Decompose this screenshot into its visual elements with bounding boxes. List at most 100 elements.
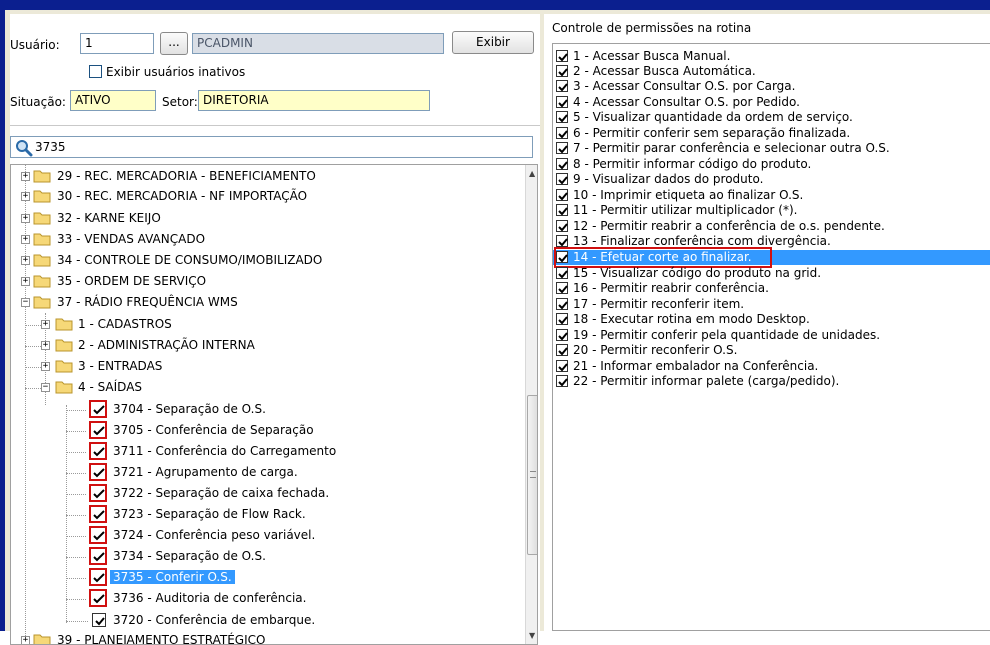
checked-checkbox-icon[interactable] (556, 204, 568, 216)
tree-node[interactable]: + 2 - ADMINISTRAÇÃO INTERNA (11, 336, 525, 356)
permission-item[interactable]: 10 - Imprimir etiqueta ao finalizar O.S. (553, 188, 990, 203)
collapse-icon[interactable]: − (21, 298, 30, 307)
tree-routine-item[interactable]: 3724 - Conferência peso variável. (11, 526, 525, 546)
user-lookup-button[interactable]: ... (160, 32, 188, 55)
checked-checkbox-icon[interactable] (89, 526, 107, 544)
checked-checkbox-icon[interactable] (89, 505, 107, 523)
tree-node[interactable]: + 34 - CONTROLE DE CONSUMO/IMOBILIZADO (11, 251, 525, 271)
expand-icon[interactable]: + (41, 320, 50, 329)
permission-item[interactable]: 18 - Executar rotina em modo Desktop. (553, 312, 990, 327)
checked-checkbox-icon[interactable] (89, 463, 107, 481)
tree-node[interactable]: + 3 - ENTRADAS (11, 357, 525, 377)
tree-routine-item[interactable]: 3734 - Separação de O.S. (11, 547, 525, 567)
permission-item[interactable]: 21 - Informar embalador na Conferência. (553, 359, 990, 374)
checked-checkbox-icon[interactable] (556, 96, 568, 108)
checked-checkbox-icon[interactable] (556, 375, 568, 387)
permission-item[interactable]: 16 - Permitir reabrir conferência. (553, 281, 990, 296)
permission-item[interactable]: 3 - Acessar Consultar O.S. por Carga. (553, 79, 990, 94)
checked-checkbox-icon[interactable] (556, 158, 568, 170)
search-box[interactable]: 3735 (10, 136, 533, 158)
checked-checkbox-icon[interactable] (556, 65, 568, 77)
permission-item[interactable]: 9 - Visualizar dados do produto. (553, 172, 990, 187)
tree-scrollbar[interactable]: ▲ ▼ (525, 165, 537, 644)
tree-node[interactable]: + 39 - PLANEJAMENTO ESTRATÉGICO (11, 631, 525, 644)
permission-item[interactable]: 2 - Acessar Busca Automática. (553, 64, 990, 79)
checked-checkbox-icon[interactable] (556, 267, 568, 279)
permission-item[interactable]: 11 - Permitir utilizar multiplicador (*)… (553, 203, 990, 218)
tree-node[interactable]: + 30 - REC. MERCADORIA - NF IMPORTAÇÃO (11, 187, 525, 207)
checked-checkbox-icon[interactable] (89, 547, 107, 565)
permission-item[interactable]: 7 - Permitir parar conferência e selecio… (553, 141, 990, 156)
tree-node[interactable]: − 37 - RÁDIO FREQUÊNCIA WMS (11, 293, 525, 313)
tree-routine-item[interactable]: 3704 - Separação de O.S. (11, 400, 525, 420)
user-id-field[interactable]: 1 (80, 33, 154, 54)
checked-checkbox-icon[interactable] (556, 282, 568, 294)
expand-icon[interactable]: + (21, 214, 30, 223)
permission-item[interactable]: 8 - Permitir informar código do produto. (553, 157, 990, 172)
checked-checkbox-icon[interactable] (556, 111, 568, 123)
permission-item[interactable]: 15 - Visualizar código do produto na gri… (553, 266, 990, 281)
permission-item[interactable]: 17 - Permitir reconferir item. (553, 297, 990, 312)
expand-icon[interactable]: + (21, 235, 30, 244)
expand-icon[interactable]: + (21, 636, 30, 644)
expand-icon[interactable]: + (21, 192, 30, 201)
tree-routine-item[interactable]: 3721 - Agrupamento de carga. (11, 463, 525, 483)
tree-node[interactable]: − 4 - SAÍDAS (11, 378, 525, 398)
tree-node[interactable]: + 29 - REC. MERCADORIA - BENEFICIAMENTO (11, 167, 525, 187)
tree-routine-item-selected[interactable]: 3735 - Conferir O.S. (11, 568, 525, 588)
scroll-up-icon[interactable]: ▲ (529, 169, 535, 178)
situacao-field[interactable]: ATIVO (70, 90, 156, 111)
tree-node[interactable]: + 33 - VENDAS AVANÇADO (11, 230, 525, 250)
checked-checkbox-icon[interactable] (556, 173, 568, 185)
expand-icon[interactable]: + (21, 172, 30, 181)
tree-routine-item[interactable]: 3711 - Conferência do Carregamento (11, 442, 525, 462)
permission-item[interactable]: 22 - Permitir informar palete (carga/ped… (553, 374, 990, 389)
checked-checkbox-icon[interactable] (556, 127, 568, 139)
permission-item-selected[interactable]: 14 - Efetuar corte ao finalizar. (553, 247, 990, 268)
permission-item[interactable]: 19 - Permitir conferir pela quantidade d… (553, 328, 990, 343)
checked-checkbox-icon[interactable] (556, 142, 568, 154)
checked-checkbox-icon[interactable] (556, 235, 568, 247)
checked-checkbox-icon[interactable] (89, 568, 107, 586)
collapse-icon[interactable]: − (41, 383, 50, 392)
checked-checkbox-icon[interactable] (89, 400, 107, 418)
checked-checkbox-icon[interactable] (556, 189, 568, 201)
exibir-button[interactable]: Exibir (452, 31, 534, 54)
checked-checkbox-icon[interactable] (89, 442, 107, 460)
checked-checkbox-icon[interactable] (89, 484, 107, 502)
checked-checkbox-icon[interactable] (556, 313, 568, 325)
expand-icon[interactable]: + (21, 277, 30, 286)
checked-checkbox-icon[interactable] (556, 329, 568, 341)
expand-icon[interactable]: + (41, 341, 50, 350)
checked-checkbox-icon[interactable] (556, 80, 568, 92)
checked-checkbox-icon[interactable] (556, 360, 568, 372)
tree-routine-item[interactable]: 3736 - Auditoria de conferência. (11, 589, 525, 609)
permission-item[interactable]: 12 - Permitir reabrir a conferência de o… (553, 219, 990, 234)
tree-node[interactable]: + 32 - KARNE KEIJO (11, 209, 525, 229)
inactive-users-checkbox[interactable] (89, 65, 102, 78)
tree-node[interactable]: + 35 - ORDEM DE SERVIÇO (11, 272, 525, 292)
scrollbar-thumb[interactable] (527, 395, 537, 555)
checked-checkbox-icon[interactable] (556, 220, 568, 232)
tree-routine-item[interactable]: 3705 - Conferência de Separação (11, 421, 525, 441)
checked-checkbox-icon[interactable] (92, 613, 106, 627)
checked-checkbox-icon[interactable] (89, 421, 107, 439)
tree-routine-item[interactable]: 3722 - Separação de caixa fechada. (11, 484, 525, 504)
routine-tree[interactable]: + 29 - REC. MERCADORIA - BENEFICIAMENTO … (10, 164, 538, 645)
permission-item[interactable]: 20 - Permitir reconferir O.S. (553, 343, 990, 358)
permission-item[interactable]: 4 - Acessar Consultar O.S. por Pedido. (553, 95, 990, 110)
expand-icon[interactable]: + (41, 362, 50, 371)
tree-routine-item[interactable]: 3723 - Separação de Flow Rack. (11, 505, 525, 525)
scroll-down-icon[interactable]: ▼ (529, 631, 535, 640)
checked-checkbox-icon[interactable] (89, 589, 107, 607)
checked-checkbox-icon[interactable] (556, 251, 568, 263)
permission-item[interactable]: 1 - Acessar Busca Manual. (553, 49, 990, 64)
tree-routine-item[interactable]: 3720 - Conferência de embarque. (11, 611, 525, 631)
permission-item[interactable]: 5 - Visualizar quantidade da ordem de se… (553, 110, 990, 125)
checked-checkbox-icon[interactable] (556, 298, 568, 310)
checked-checkbox-icon[interactable] (556, 344, 568, 356)
checked-checkbox-icon[interactable] (556, 50, 568, 62)
tree-node[interactable]: + 1 - CADASTROS (11, 315, 525, 335)
search-input[interactable]: 3735 (35, 140, 66, 154)
expand-icon[interactable]: + (21, 256, 30, 265)
